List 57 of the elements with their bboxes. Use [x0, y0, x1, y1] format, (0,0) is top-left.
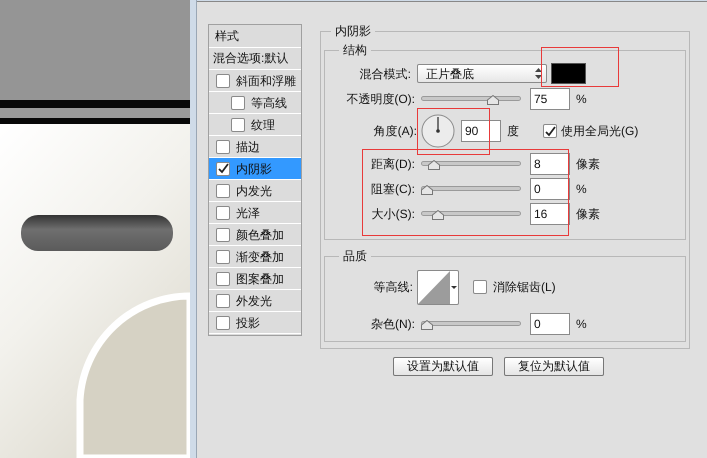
checkbox[interactable] [216, 140, 230, 154]
checkbox[interactable] [216, 74, 230, 88]
default-button[interactable]: 复位为默认值 [504, 357, 604, 376]
field-label: 距离(D): [370, 156, 416, 172]
color-swatch[interactable] [551, 63, 586, 84]
updown-arrows-icon [535, 68, 542, 79]
checkmark-icon [544, 126, 556, 136]
contour-curve-icon [418, 270, 450, 304]
unit-label: 像素 [576, 206, 600, 222]
slider-track[interactable] [421, 92, 521, 104]
number-field[interactable]: 16 [530, 202, 570, 224]
checkbox[interactable] [216, 272, 230, 286]
blend-mode-dropdown[interactable]: 正片叠底 [417, 64, 547, 83]
field-label: 大小(S): [370, 206, 416, 222]
angle-dial-icon[interactable] [421, 114, 455, 148]
style-list-item[interactable]: 内阴影 [209, 158, 301, 180]
slider-track[interactable] [421, 208, 521, 220]
field-label: 杂色(N): [370, 316, 416, 332]
unit-label: % [576, 180, 587, 198]
field-label: 不透明度(O): [345, 90, 416, 108]
checkmark-icon [218, 163, 228, 174]
checkbox[interactable] [231, 118, 245, 132]
checkbox[interactable] [216, 162, 230, 176]
number-field[interactable]: 0 [530, 178, 570, 200]
slider-track[interactable] [421, 158, 521, 170]
checkbox[interactable] [216, 206, 230, 220]
checkbox[interactable] [216, 184, 230, 198]
slider-track[interactable] [421, 318, 521, 330]
section-title: 结构 [339, 41, 371, 59]
field-label: 等高线: [372, 279, 414, 296]
checkbox[interactable] [216, 250, 230, 264]
caret-icon [451, 286, 457, 288]
section-title: 品质 [339, 247, 371, 265]
checkbox[interactable] [216, 294, 230, 308]
unit-label: % [576, 316, 587, 332]
checkbox[interactable] [543, 124, 557, 138]
default-button[interactable]: 设置为默认值 [393, 357, 493, 376]
checkbox[interactable] [473, 280, 487, 294]
number-field[interactable]: 0 [530, 312, 570, 334]
checkbox[interactable] [216, 228, 230, 242]
unit-label: 像素 [576, 156, 600, 172]
field-label: 阻塞(C): [370, 180, 416, 198]
section-title: 内阴影 [331, 22, 375, 40]
number-field[interactable]: 75 [530, 88, 570, 110]
number-field[interactable]: 8 [530, 152, 570, 174]
unit-label: % [576, 90, 587, 108]
checkbox-label: 使用全局光(G) [561, 123, 638, 140]
number-field[interactable]: 90 [461, 120, 501, 142]
unit-label: 度 [507, 123, 519, 140]
slider-track[interactable] [421, 182, 521, 194]
checkbox[interactable] [231, 96, 245, 110]
field-label: 角度(A): [372, 123, 418, 140]
field-label: 混合模式: [358, 66, 412, 82]
checkbox-label: 消除锯齿(L) [493, 279, 556, 296]
checkbox[interactable] [216, 316, 230, 330]
contour-picker[interactable] [417, 270, 459, 304]
list-header: 样式 [209, 25, 301, 48]
